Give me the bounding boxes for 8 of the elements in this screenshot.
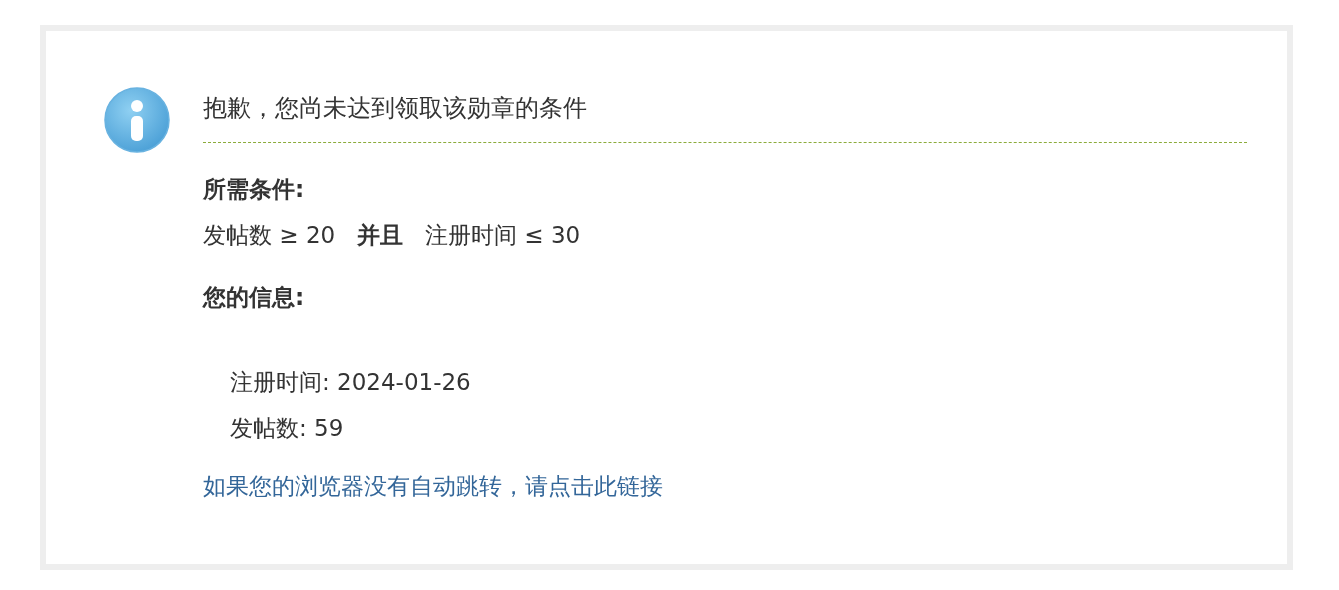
redirect-link[interactable]: 如果您的浏览器没有自动跳转，请点击此链接: [203, 463, 663, 509]
message-title: 抱歉，您尚未达到领取该勋章的条件: [203, 88, 1247, 143]
info-icon: [104, 87, 170, 153]
info-line: 发帖数: 59: [229, 414, 345, 443]
requirements-text: 发帖数 ≥ 20 并且 注册时间 ≤ 30: [203, 221, 582, 250]
requirements-label: 所需条件:: [203, 175, 306, 204]
info-line: 注册时间: 2024-01-26: [229, 368, 472, 397]
info-label: 您的信息:: [203, 283, 306, 312]
